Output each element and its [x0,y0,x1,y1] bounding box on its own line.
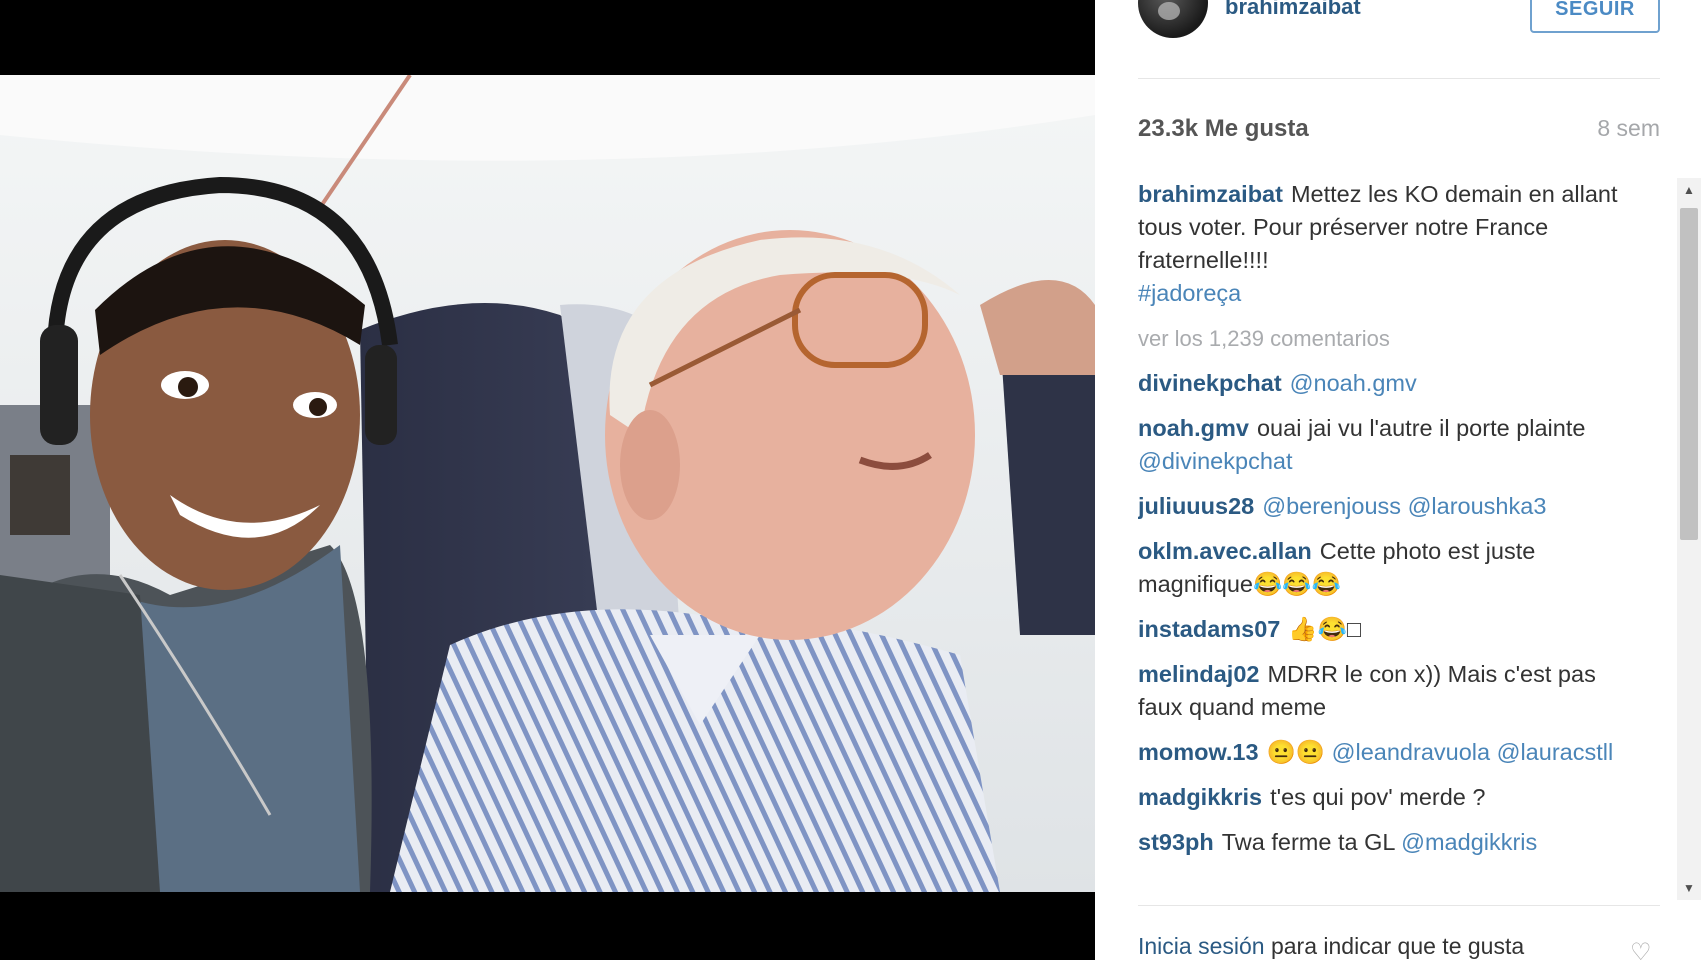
comment-username[interactable]: divinekpchat [1138,370,1282,396]
comment-text: Twa ferme ta GL [1221,829,1395,855]
comment-username[interactable]: noah.gmv [1138,415,1249,441]
comment-item: melindaj02 MDRR le con x)) Mais c'est pas… [1138,658,1636,724]
comments-list: brahimzaibat Mettez les KO demain en alla… [1138,178,1636,898]
comment-item: madgikkris t'es qui pov' merde ? [1138,781,1636,814]
comment-item: instadams07 👍😂□ [1138,613,1636,646]
caption-hashtag[interactable]: #jadoreça [1138,280,1241,306]
letterbox-bottom [0,892,1095,960]
comment-text: t'es qui pov' merde ? [1270,784,1486,810]
down-arrow-icon[interactable]: ▼ [1677,878,1701,898]
comment-mention[interactable]: @berenjouss @laroushka3 [1262,493,1546,519]
comment-mention[interactable]: @noah.gmv [1290,370,1417,396]
up-arrow-icon[interactable]: ▲ [1677,180,1701,200]
selfie-image [0,75,1095,892]
comment-username[interactable]: melindaj02 [1138,661,1259,687]
post-photo-pane [0,0,1095,960]
comment-mention[interactable]: @madgikkris [1401,829,1537,855]
likes-count[interactable]: 23.3k Me gusta [1138,115,1309,143]
profile-avatar[interactable] [1138,0,1208,38]
comment-item: noah.gmv ouai jai vu l'autre il porte pla… [1138,412,1636,478]
comment-username[interactable]: momow.13 [1138,739,1259,765]
comment-item: st93ph Twa ferme ta GL @madgikkris [1138,826,1636,859]
comment-mention[interactable]: @leandravuola @lauracstll [1332,739,1614,765]
heart-icon[interactable]: ♡ [1630,938,1652,967]
post-author-username[interactable]: brahimzaibat [1225,0,1361,20]
post-sidebar: brahimzaibat SEGUIR 23.3k Me gusta 8 sem… [1095,0,1706,966]
letterbox-top [0,0,1095,75]
comment-item: momow.13 😐😐 @leandravuola @lauracstll [1138,736,1636,769]
follow-button[interactable]: SEGUIR [1530,0,1660,33]
header-divider [1138,78,1660,79]
comment-text: ouai jai vu l'autre il porte plainte [1256,415,1586,441]
comments-scrollbar[interactable]: ▲ ▼ [1677,178,1701,900]
comment-username[interactable]: madgikkris [1138,784,1262,810]
comment-text: 😐😐 [1266,739,1326,765]
comment-item: oklm.avec.allan Cette photo est juste mag… [1138,535,1636,601]
comment-item: juliuuus28 @berenjouss @laroushka3 [1138,490,1636,523]
footer-divider [1138,905,1660,906]
comment-items: divinekpchat @noah.gmv noah.gmv ouai jai vu… [1138,367,1636,859]
comment-username[interactable]: juliuuus28 [1138,493,1254,519]
caption: brahimzaibat Mettez les KO demain en alla… [1138,178,1636,310]
comment-username[interactable]: oklm.avec.allan [1138,538,1312,564]
comment-item: divinekpchat @noah.gmv [1138,367,1636,400]
post-header: brahimzaibat SEGUIR [1095,0,1706,78]
scrollbar-thumb[interactable] [1680,208,1698,540]
comment-mention[interactable]: @divinekpchat [1138,448,1293,474]
post-photo[interactable] [0,75,1095,892]
login-prompt-text: para indicar que te gusta [1270,933,1525,959]
caption-username[interactable]: brahimzaibat [1138,181,1283,207]
login-prompt: Inicia sesión para indicar que te gusta [1138,933,1524,960]
comment-username[interactable]: instadams07 [1138,616,1280,642]
post-age[interactable]: 8 sem [1597,115,1660,142]
view-all-comments-link[interactable]: ver los 1,239 comentarios [1138,322,1636,355]
comment-text: 👍😂□ [1288,616,1362,642]
login-link[interactable]: Inicia sesión [1138,933,1265,959]
comment-username[interactable]: st93ph [1138,829,1214,855]
